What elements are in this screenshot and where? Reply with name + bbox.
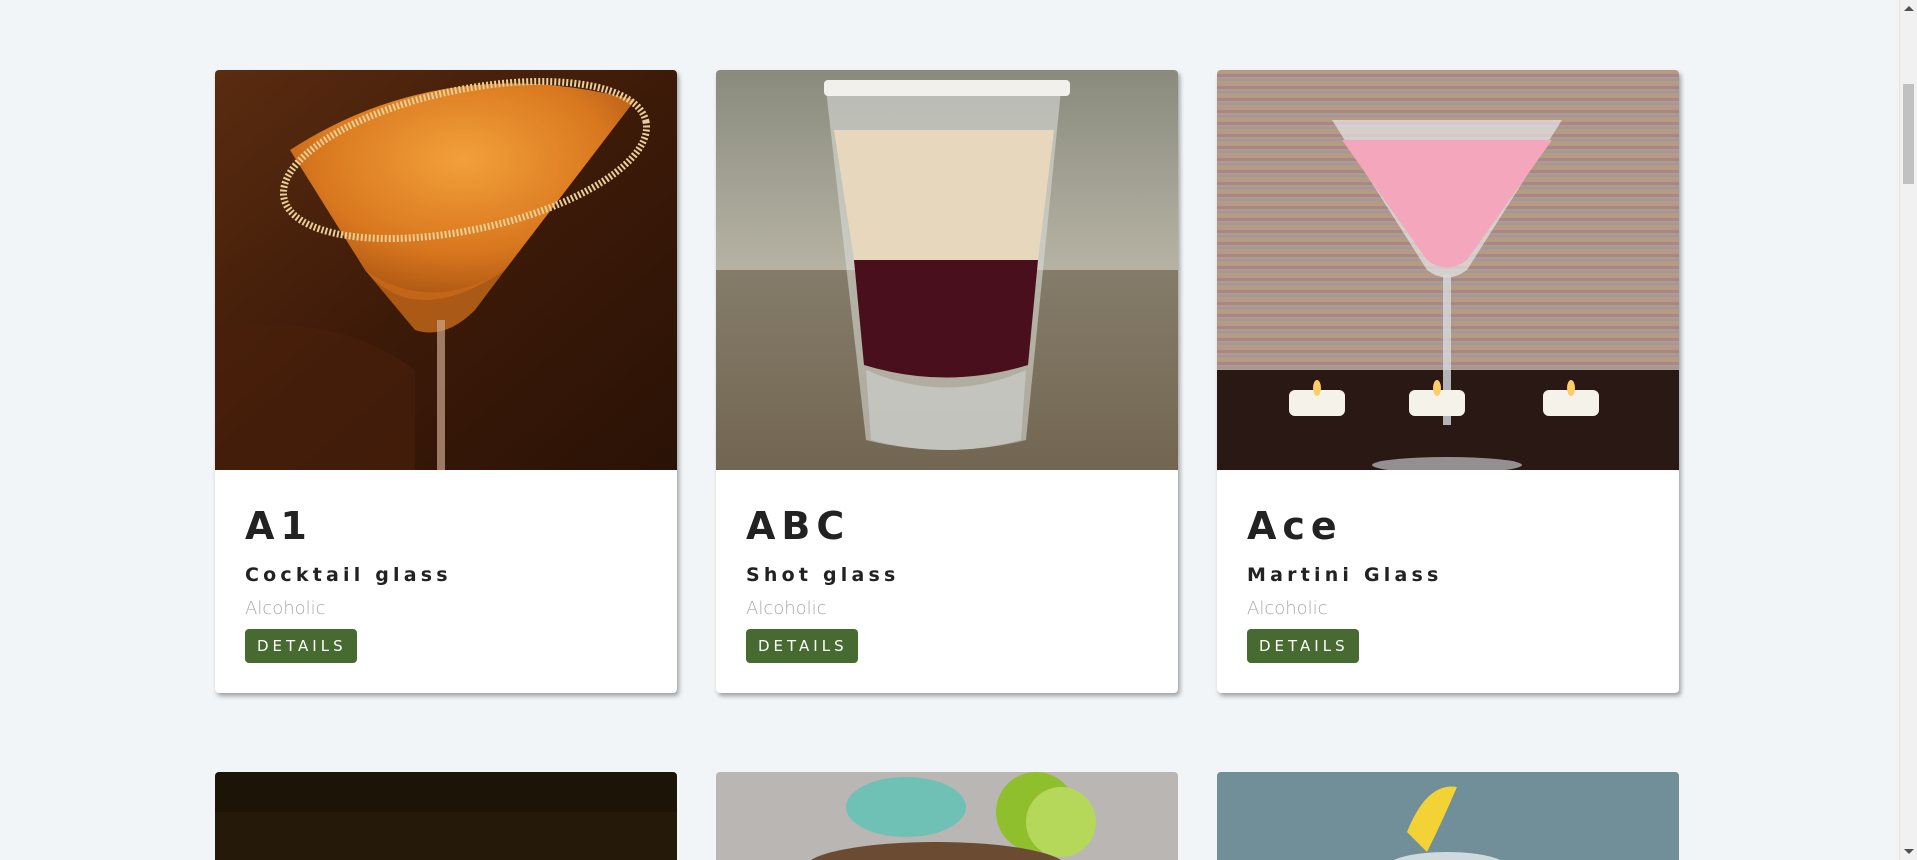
cocktail-name: ABC (746, 504, 851, 548)
card-body: Ace Martini Glass Alcoholic DETAILS (1217, 470, 1679, 693)
cocktail-card-a1: A1 Cocktail glass Alcoholic DETAILS (215, 70, 677, 693)
details-button[interactable]: DETAILS (245, 628, 357, 663)
details-button[interactable]: DETAILS (1247, 628, 1359, 663)
cocktail-card-partial[interactable] (215, 771, 677, 860)
cocktail-image (716, 771, 1178, 860)
cocktail-card-partial[interactable] (1217, 771, 1679, 860)
alcohol-type: Alcoholic (1247, 597, 1328, 619)
card-body: A1 Cocktail glass Alcoholic DETAILS (215, 470, 677, 693)
card-body: ABC Shot glass Alcoholic DETAILS (716, 470, 1178, 693)
alcohol-type: Alcoholic (245, 597, 326, 619)
scroll-up-icon[interactable] (1904, 6, 1914, 11)
cocktail-name: A1 (245, 504, 313, 548)
vertical-scrollbar[interactable] (1899, 0, 1917, 860)
details-button[interactable]: DETAILS (746, 628, 858, 663)
glass-type: Martini Glass (1247, 563, 1443, 586)
cocktail-image-abc[interactable] (716, 70, 1178, 470)
page: A1 Cocktail glass Alcoholic DETAILS ABC … (0, 0, 1917, 860)
cocktail-image (1217, 771, 1679, 860)
cocktail-image-a1[interactable] (215, 70, 677, 470)
cocktail-image (215, 771, 677, 860)
cocktail-card-ace: Ace Martini Glass Alcoholic DETAILS (1217, 70, 1679, 693)
cocktail-card-abc: ABC Shot glass Alcoholic DETAILS (716, 70, 1178, 693)
glass-type: Cocktail glass (245, 563, 452, 586)
cocktail-grid: A1 Cocktail glass Alcoholic DETAILS ABC … (215, 70, 1679, 860)
glass-type: Shot glass (746, 563, 900, 586)
cocktail-image-ace[interactable] (1217, 70, 1679, 470)
scroll-down-icon[interactable] (1904, 849, 1914, 854)
alcohol-type: Alcoholic (746, 597, 827, 619)
cocktail-name: Ace (1247, 504, 1343, 548)
cocktail-card-partial[interactable] (716, 771, 1178, 860)
scroll-thumb[interactable] (1903, 84, 1914, 184)
